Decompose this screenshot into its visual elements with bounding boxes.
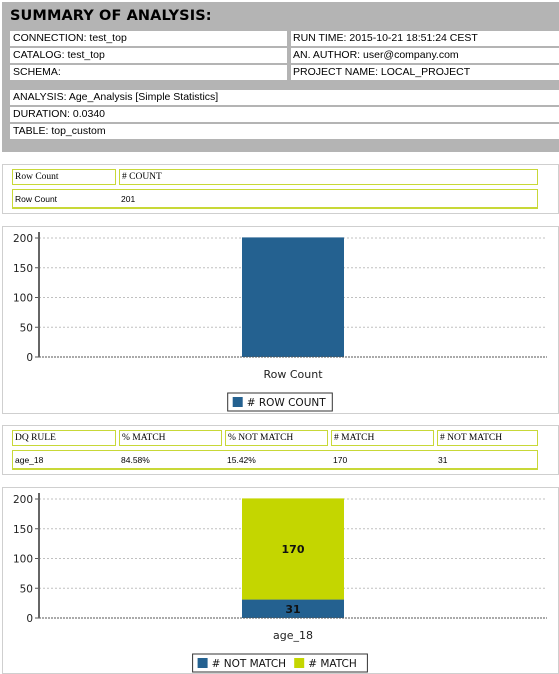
x-tick-label: Row Count [263,368,323,381]
y-tick-label: 150 [13,263,33,275]
table-cell: 15.42% [227,455,256,465]
data-label: 170 [282,543,305,556]
catalog-field: CATALOG: test_top [10,48,287,63]
table-cell: age_18 [15,455,44,465]
y-tick-label: 50 [20,322,33,334]
table-header: % NOT MATCH [225,430,328,446]
table-row: Row Count 201 [12,189,538,209]
dq-rule-table: DQ RULE % MATCH % NOT MATCH # MATCH # NO… [2,425,559,475]
row-count-chart: 0 50 100 150 200 Row Count # ROW COUNT [13,232,547,412]
y-tick-label: 0 [26,352,33,364]
table-header: # NOT MATCH [437,430,538,446]
y-tick-label: 150 [13,524,33,536]
table-cell: 201 [121,194,136,204]
summary-section: SUMMARY OF ANALYSIS: CONNECTION: test_to… [2,2,559,152]
table-header: # COUNT [119,169,538,185]
legend-swatch-row-count [232,397,243,407]
table-header: DQ RULE [12,430,116,446]
y-tick-label: 0 [26,613,33,625]
table-header: # MATCH [331,430,434,446]
table-header: Row Count [12,169,116,185]
legend-label-match: # MATCH [308,658,357,670]
table-header: % MATCH [119,430,222,446]
table-cell: Row Count [15,194,58,204]
duration-field: DURATION: 0.0340 [10,107,559,122]
author-field: AN. AUTHOR: user@company.com [291,48,559,63]
y-tick-label: 200 [13,233,33,245]
legend-label-row-count: # ROW COUNT [247,397,327,409]
schema-field: SCHEMA: [10,65,287,80]
y-tick-label: 50 [20,583,33,595]
x-tick-label: age_18 [273,629,313,642]
y-tick-label: 100 [13,554,33,566]
y-tick-label: 200 [13,494,33,506]
table-cell: 170 [333,455,348,465]
summary-title: SUMMARY OF ANALYSIS: [10,8,212,24]
table-field: TABLE: top_custom [10,124,559,139]
analysis-field: ANALYSIS: Age_Analysis [Simple Statistic… [10,90,559,105]
connection-field: CONNECTION: test_top [10,31,287,46]
y-tick-label: 100 [13,293,33,305]
table-cell: 31 [438,455,448,465]
legend-label-not-match: # NOT MATCH [212,658,286,670]
legend-swatch-not-match [197,658,208,668]
table-cell: 84.58% [121,455,150,465]
bar-row-count [242,237,344,357]
row-count-table: Row Count # COUNT Row Count 201 [2,164,559,214]
dq-rule-chart-panel: 0 50 100 150 200 31 170 age_18 # NOT MATCH # MATC… [2,487,559,674]
table-row: age_18 84.58% 15.42% 170 31 [12,450,538,470]
data-label: 31 [285,603,300,616]
run-time-field: RUN TIME: 2015-10-21 18:51:24 CEST [291,31,559,46]
legend-swatch-match [294,658,305,668]
project-name-field: PROJECT NAME: LOCAL_PROJECT [291,65,559,80]
row-count-chart-panel: 0 50 100 150 200 Row Count # ROW COUNT [2,226,559,414]
dq-rule-chart: 0 50 100 150 200 31 170 age_18 # NOT MATCH # MATC… [13,493,547,673]
